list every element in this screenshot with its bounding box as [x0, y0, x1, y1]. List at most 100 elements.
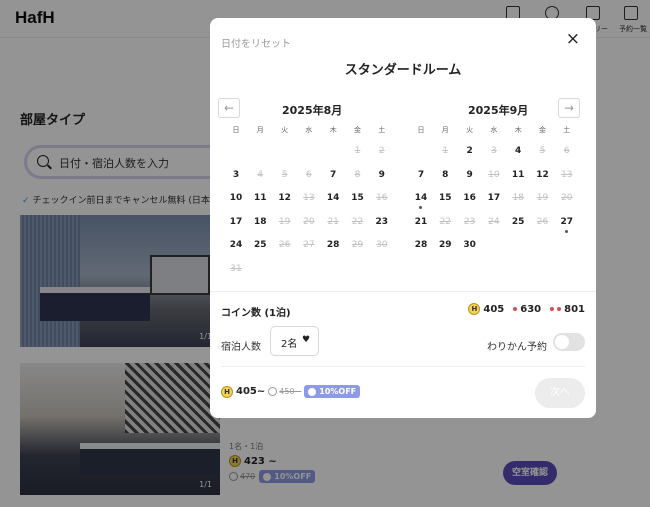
calendar-day[interactable]: 9 — [370, 170, 394, 180]
price-row: H 405~ 450~ 10%OFF — [221, 385, 361, 398]
red-dot-icon — [557, 307, 562, 311]
weekday-label: 月 — [441, 126, 449, 134]
weekday-label: 土 — [563, 126, 571, 134]
weekday-label: 日 — [232, 126, 240, 134]
calendar-day[interactable]: 30 — [458, 240, 482, 250]
calendar-day: 27 — [303, 240, 315, 250]
coin-value-1: 405 — [483, 303, 505, 315]
calendar-day[interactable]: 28 — [409, 240, 433, 250]
coin-icon: H — [221, 385, 233, 398]
calendar-day[interactable]: 17 — [482, 193, 506, 203]
reset-dates-link[interactable]: 日付をリセット — [221, 35, 291, 50]
divider — [221, 366, 585, 367]
coin-label: コイン数 (1泊) — [221, 308, 291, 319]
calendar-day[interactable]: 8 — [433, 170, 457, 180]
modal-footer: コイン数 (1泊) H 405 630 801 宿泊人数 2名 ♥ わりかん予約 … — [210, 291, 596, 418]
date-picker-modal: 日付をリセット × スタンダードルーム ← → 2025年8月 2025年9月 … — [210, 18, 596, 418]
calendar-day: 20 — [303, 216, 315, 227]
calendar-day: 6 — [563, 146, 570, 156]
calendar-day: 30 — [376, 240, 388, 250]
calendar-day: 19 — [536, 193, 549, 203]
calendar-day[interactable]: 28 — [321, 240, 345, 250]
calendar-day[interactable]: 25 — [506, 217, 530, 227]
calendar-day[interactable]: 24 — [224, 240, 248, 250]
guest-label: 宿泊人数 — [221, 342, 261, 353]
weekday-label: 火 — [281, 126, 289, 134]
calendar-day[interactable]: 15 — [346, 193, 370, 203]
calendar-day[interactable]: 11 — [248, 193, 272, 203]
prev-month-button[interactable]: ← — [218, 98, 240, 118]
old-price-value: 450~ — [279, 387, 302, 396]
calendar-day: 24 — [488, 216, 500, 227]
weekday-label: 金 — [354, 126, 361, 134]
old-price: 450~ — [268, 387, 301, 396]
coin-icon: H — [468, 303, 481, 315]
next-button[interactable]: 次へ — [535, 378, 585, 408]
calendar-day[interactable]: 17 — [224, 217, 248, 227]
calendar-day: 26 — [278, 240, 291, 250]
coin-value-2: 630 — [520, 303, 542, 315]
toggle-knob — [555, 335, 569, 349]
calendar-day: 3 — [491, 146, 497, 156]
month-title-sep: 2025年9月 — [468, 104, 529, 117]
coin-values: H 405 630 801 — [468, 303, 585, 315]
discount-badge: 10%OFF — [304, 385, 361, 398]
calendar-day[interactable]: 3 — [224, 170, 248, 180]
guest-count-select[interactable]: 2名 ♥ — [270, 326, 319, 356]
calendar-day[interactable]: 2 — [458, 146, 482, 156]
calendar-day: 13 — [561, 169, 573, 180]
calendar-day: 2 — [378, 146, 385, 156]
weekday-label: 木 — [514, 126, 522, 134]
calendar-day[interactable]: 27 — [555, 217, 579, 233]
calendar-day: 6 — [306, 169, 312, 180]
close-icon[interactable]: × — [566, 31, 580, 48]
calendar-day[interactable]: 12 — [273, 193, 297, 203]
calendar-day: 26 — [536, 216, 549, 227]
calendar-day: 1 — [442, 146, 449, 156]
calendar-day[interactable]: 7 — [409, 170, 433, 180]
percent-icon — [308, 387, 317, 396]
weekday-label: 水 — [305, 126, 313, 134]
calendar-day: 5 — [539, 146, 546, 156]
calendar-day[interactable]: 14 — [409, 193, 433, 209]
heart-icon: ♥ — [302, 335, 311, 345]
calendar-day: 31 — [230, 263, 242, 274]
calendar-day: 1 — [354, 146, 361, 156]
weekday-label: 火 — [466, 126, 474, 134]
day-indicator-dot — [419, 206, 422, 209]
weekday-label: 土 — [378, 126, 386, 134]
discount-text: 10%OFF — [319, 387, 357, 396]
calendar-day[interactable]: 12 — [531, 170, 555, 180]
calendar-day[interactable]: 11 — [506, 170, 530, 180]
calendar-day: 18 — [512, 193, 524, 203]
weekday-label: 金 — [539, 126, 546, 134]
calendar-day[interactable]: 16 — [458, 193, 482, 203]
split-booking-label: わりかん予約 — [487, 342, 547, 353]
gray-coin-icon — [268, 387, 278, 396]
calendar-day[interactable]: 9 — [458, 170, 482, 180]
calendar-day[interactable]: 23 — [370, 217, 394, 227]
calendar-day: 21 — [327, 216, 339, 227]
calendar-day: 19 — [278, 216, 291, 227]
calendar-day[interactable]: 15 — [433, 193, 457, 203]
calendar-day[interactable]: 7 — [321, 170, 345, 180]
red-dot-icon — [513, 307, 518, 311]
calendar-day[interactable]: 4 — [506, 146, 530, 156]
calendar-day: 10 — [488, 169, 500, 180]
weekday-label: 日 — [417, 126, 425, 134]
split-booking-toggle[interactable] — [553, 333, 585, 351]
calendar-day: 8 — [354, 169, 361, 180]
room-title: スタンダードルーム — [344, 63, 462, 78]
calendar-day[interactable]: 14 — [321, 193, 345, 203]
calendar-day: 4 — [257, 169, 264, 180]
calendar-day[interactable]: 25 — [248, 240, 272, 250]
calendar-day[interactable]: 18 — [248, 217, 272, 227]
calendar-day[interactable]: 21 — [409, 217, 433, 227]
weekday-label: 木 — [329, 126, 337, 134]
calendar-day: 29 — [351, 240, 364, 250]
coin-value-3: 801 — [564, 303, 585, 315]
next-month-button[interactable]: → — [558, 98, 580, 118]
calendar-day: 22 — [351, 216, 364, 227]
calendar-day[interactable]: 29 — [433, 240, 457, 250]
calendar-day[interactable]: 10 — [224, 193, 248, 203]
